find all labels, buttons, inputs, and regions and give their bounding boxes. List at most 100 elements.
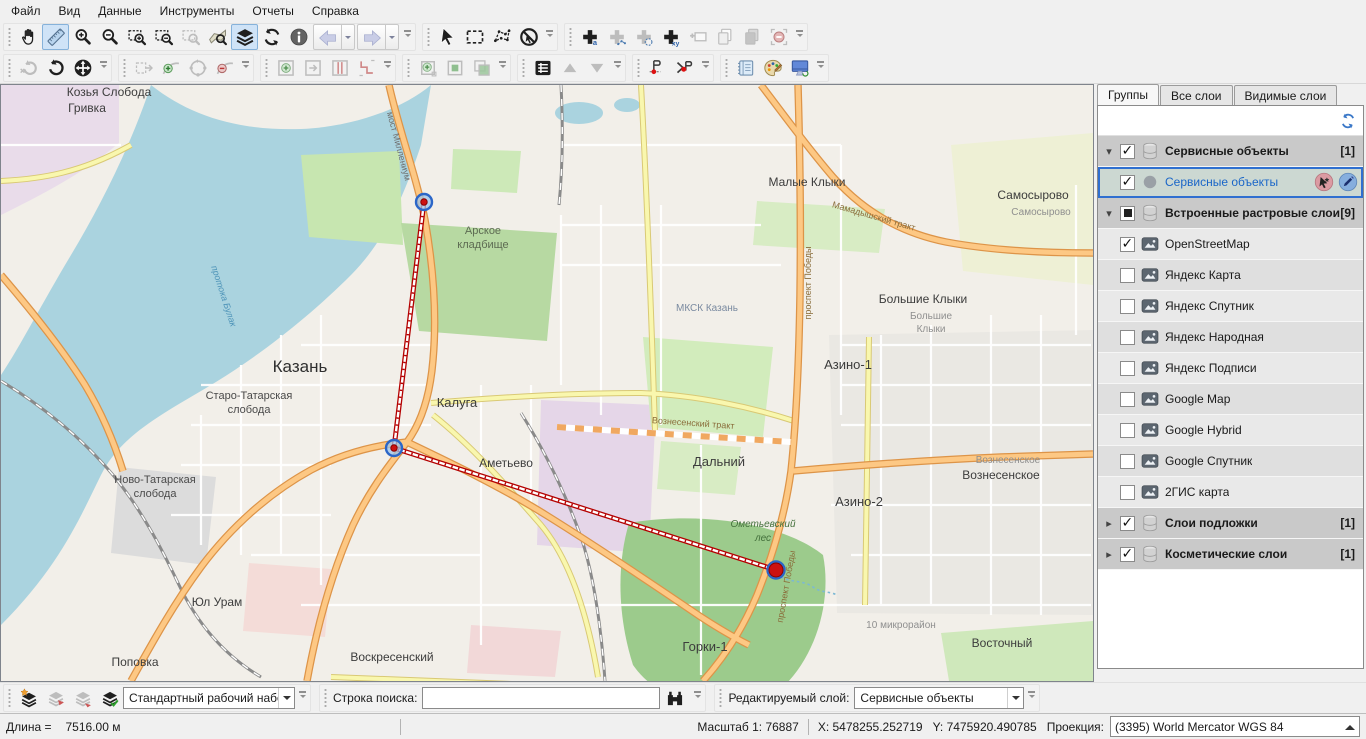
layer-checkbox[interactable] xyxy=(1120,299,1135,314)
layer-checkbox[interactable] xyxy=(1120,547,1135,562)
toolbar-grip[interactable] xyxy=(636,58,641,78)
topology-snap-end-button[interactable] xyxy=(671,55,698,81)
toolbar-overflow-icon[interactable] xyxy=(692,687,703,709)
layer-checkbox[interactable] xyxy=(1120,237,1135,252)
move-object-button[interactable] xyxy=(69,55,96,81)
toolbar-grip[interactable] xyxy=(7,58,12,78)
layer-checkbox[interactable] xyxy=(1120,454,1135,469)
refresh-map-button[interactable] xyxy=(258,24,285,50)
attribute-table-button[interactable] xyxy=(529,55,556,81)
toolbar-overflow-icon[interactable] xyxy=(612,57,623,79)
zoom-full-extent-button[interactable] xyxy=(204,24,231,50)
layer-checkbox[interactable] xyxy=(1120,175,1135,190)
object-info-button[interactable] xyxy=(285,24,312,50)
menu-item[interactable]: Справка xyxy=(303,1,368,21)
toolbar-grip[interactable] xyxy=(568,27,573,47)
select-by-rect-button[interactable] xyxy=(461,24,488,50)
layer-row[interactable]: Google Спутник xyxy=(1098,446,1363,477)
layer-checkbox[interactable] xyxy=(1120,516,1135,531)
menu-item[interactable]: Файл xyxy=(2,1,50,21)
layer-row[interactable]: 2ГИС карта xyxy=(1098,477,1363,508)
menu-item[interactable]: Вид xyxy=(50,1,90,21)
workset-new-button[interactable] xyxy=(15,685,42,711)
toolbar-overflow-icon[interactable] xyxy=(1026,687,1037,709)
create-object-by-coordinates-button[interactable] xyxy=(657,24,684,50)
tab-Все слои[interactable]: Все слои xyxy=(1160,85,1233,105)
menu-item[interactable]: Данные xyxy=(89,1,150,21)
expander-icon[interactable]: ▾ xyxy=(1101,145,1117,158)
classifier-editor-button[interactable] xyxy=(732,55,759,81)
select-by-polygon-button[interactable] xyxy=(488,24,515,50)
expander-icon[interactable]: ▸ xyxy=(1101,517,1117,530)
toolbar-grip[interactable] xyxy=(7,688,12,708)
toolbar-grip[interactable] xyxy=(406,58,411,78)
layers-dialog-button[interactable] xyxy=(231,24,258,50)
select-object-button[interactable] xyxy=(434,24,461,50)
zoom-in-rect-button[interactable] xyxy=(123,24,150,50)
history-back-dropdown[interactable] xyxy=(341,25,354,49)
toolbar-overflow-icon[interactable] xyxy=(402,26,413,48)
layer-row[interactable]: Яндекс Спутник xyxy=(1098,291,1363,322)
tab-Видимые слои[interactable]: Видимые слои xyxy=(1234,85,1338,105)
clear-selection-button[interactable] xyxy=(515,24,542,50)
toolbar-overflow-icon[interactable] xyxy=(544,26,555,48)
layer-checkbox[interactable] xyxy=(1120,268,1135,283)
editable-layer-select[interactable]: Сервисные объекты xyxy=(854,687,1024,709)
layer-row[interactable]: Яндекс Карта xyxy=(1098,260,1363,291)
layer-checkbox[interactable] xyxy=(1120,330,1135,345)
projection-select[interactable]: (3395) World Mercator WGS 84 xyxy=(1110,716,1360,737)
layer-row[interactable]: Сервисные объекты xyxy=(1098,167,1363,198)
layer-filter-input[interactable] xyxy=(1102,110,1337,132)
layer-row[interactable]: Яндекс Народная xyxy=(1098,322,1363,353)
toolbar-grip[interactable] xyxy=(521,58,526,78)
toolbar-overflow-icon[interactable] xyxy=(297,687,308,709)
layer-group-row[interactable]: ▸Косметические слои[1] xyxy=(1098,539,1363,570)
toolbar-grip[interactable] xyxy=(264,58,269,78)
zoom-out-rect-button[interactable] xyxy=(150,24,177,50)
toolbar-grip[interactable] xyxy=(7,27,12,47)
screen-settings-button[interactable] xyxy=(786,55,813,81)
toolbar-grip[interactable] xyxy=(718,688,723,708)
undo-button[interactable] xyxy=(42,55,69,81)
toolbar-grip[interactable] xyxy=(323,688,328,708)
menu-item[interactable]: Инструменты xyxy=(151,1,244,21)
menu-item[interactable]: Отчеты xyxy=(243,1,302,21)
layer-checkbox[interactable] xyxy=(1120,144,1135,159)
measurement-vertex-point[interactable] xyxy=(391,445,397,451)
zoom-out-button[interactable] xyxy=(96,24,123,50)
chevron-down-icon[interactable] xyxy=(278,688,294,708)
pan-tool-button[interactable] xyxy=(15,24,42,50)
measurement-vertex-point[interactable] xyxy=(421,199,427,205)
layer-checkbox[interactable] xyxy=(1120,361,1135,376)
layer-row[interactable]: Яндекс Подписи xyxy=(1098,353,1363,384)
toolbar-grip[interactable] xyxy=(426,27,431,47)
measurement-vertex-point[interactable] xyxy=(769,563,783,577)
layer-group-row[interactable]: ▸Слои подложки[1] xyxy=(1098,508,1363,539)
layer-checkbox[interactable] xyxy=(1120,392,1135,407)
toolbar-overflow-icon[interactable] xyxy=(497,57,508,79)
layer-group-row[interactable]: ▾Встроенные растровые слои[9] xyxy=(1098,198,1363,229)
toolbar-overflow-icon[interactable] xyxy=(240,57,251,79)
layer-row[interactable]: Google Map xyxy=(1098,384,1363,415)
layer-checkbox[interactable] xyxy=(1120,206,1135,221)
expander-icon[interactable]: ▾ xyxy=(1101,207,1117,220)
edit-layer-icon[interactable] xyxy=(1338,172,1358,192)
layer-checkbox[interactable] xyxy=(1120,485,1135,500)
layer-row[interactable]: OpenStreetMap xyxy=(1098,229,1363,260)
style-editor-button[interactable] xyxy=(759,55,786,81)
layer-row[interactable]: Google Hybrid xyxy=(1098,415,1363,446)
search-input[interactable] xyxy=(422,687,660,709)
toolbar-overflow-icon[interactable] xyxy=(382,57,393,79)
chevron-down-icon[interactable] xyxy=(1007,688,1023,708)
topology-snap-start-button[interactable] xyxy=(644,55,671,81)
layer-group-row[interactable]: ▾Сервисные объекты[1] xyxy=(1098,136,1363,167)
expander-icon[interactable]: ▸ xyxy=(1101,548,1117,561)
toolbar-overflow-icon[interactable] xyxy=(815,57,826,79)
create-object-button[interactable] xyxy=(576,24,603,50)
layer-checkbox[interactable] xyxy=(1120,423,1135,438)
map-canvas[interactable]: Козья СлободаГривкамост МиллениумАрскоек… xyxy=(0,84,1094,682)
highlight-objects-icon[interactable] xyxy=(1314,172,1334,192)
tab-Группы[interactable]: Группы xyxy=(1097,84,1159,105)
toolbar-grip[interactable] xyxy=(724,58,729,78)
toolbar-overflow-icon[interactable] xyxy=(98,57,109,79)
